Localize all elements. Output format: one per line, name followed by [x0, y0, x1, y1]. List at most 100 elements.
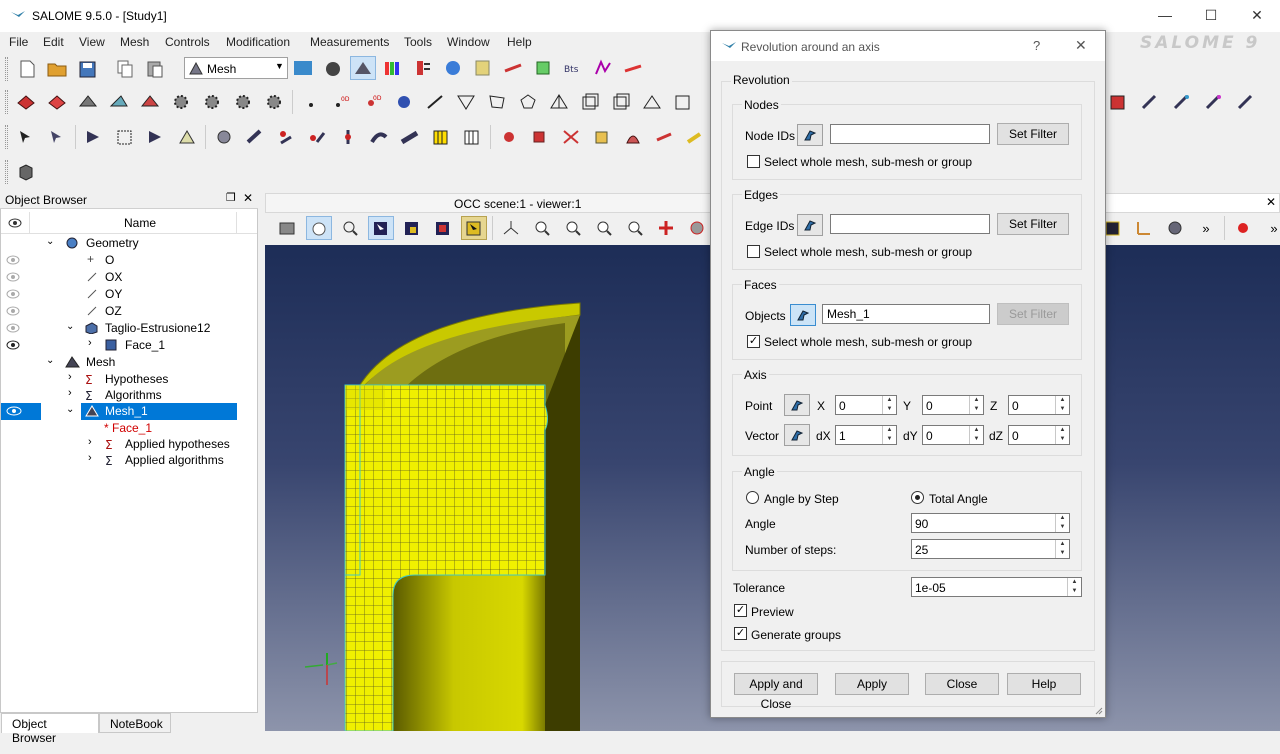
menu-controls[interactable]: Controls	[165, 35, 210, 49]
spin-arrows-icon[interactable]: ▲ ▼	[882, 426, 896, 444]
menu-mesh[interactable]: Mesh	[120, 35, 149, 49]
zoom-2-icon[interactable]	[622, 216, 648, 240]
number-of-steps-spinbox[interactable]: 25 ▲ ▼	[911, 539, 1070, 559]
grid-icon[interactable]	[428, 125, 454, 149]
spin-arrows-icon[interactable]: ▲ ▼	[969, 396, 983, 414]
tab-object-browser[interactable]: Object Browser	[1, 713, 99, 745]
select-mesh-icon[interactable]	[350, 56, 376, 80]
zooming-style-icon[interactable]	[337, 216, 363, 240]
spin-arrows-icon[interactable]: ▲ ▼	[1055, 514, 1069, 532]
gear-2-icon[interactable]	[199, 90, 225, 114]
new-document-icon[interactable]	[14, 57, 40, 81]
quadrangle-icon[interactable]	[484, 90, 510, 114]
more-tools-2-icon[interactable]: »	[1261, 216, 1280, 240]
minimize-button[interactable]: —	[1142, 0, 1188, 32]
chevron-down-icon[interactable]: ⌄	[66, 321, 74, 332]
name-column-header[interactable]: Name	[124, 216, 156, 230]
cube-grey-icon[interactable]	[13, 160, 39, 184]
objects-select-button[interactable]	[790, 304, 816, 326]
menu-view[interactable]: View	[79, 35, 105, 49]
edge-ids-select-button[interactable]	[797, 214, 823, 236]
menu-measurements[interactable]: Measurements	[310, 35, 389, 49]
cutting-quads-icon[interactable]	[558, 125, 584, 149]
global-pan-icon[interactable]	[684, 216, 710, 240]
color-map-icon[interactable]	[380, 56, 406, 80]
merge-nodes-icon[interactable]	[112, 125, 138, 149]
selection-icon[interactable]	[399, 216, 425, 240]
menu-help[interactable]: Help	[507, 35, 532, 49]
spin-arrows-icon[interactable]: ▲ ▼	[1067, 578, 1081, 596]
toolbar-grip[interactable]	[5, 160, 8, 184]
diagonal-inversion-icon[interactable]	[496, 125, 522, 149]
interaction-style-icon[interactable]	[306, 216, 332, 240]
faces-whole-mesh-checkbox[interactable]: ✓	[747, 335, 760, 348]
hexa-icon[interactable]	[577, 90, 603, 114]
vector-dx-spinbox[interactable]: 1 ▲ ▼	[835, 425, 897, 445]
save-icon[interactable]	[74, 57, 100, 81]
tolerance-spinbox[interactable]: 1e-05 ▲ ▼	[911, 577, 1082, 597]
copy-icon[interactable]	[112, 57, 138, 81]
gear-icon[interactable]	[168, 90, 194, 114]
smoothing-icon[interactable]	[174, 125, 200, 149]
prism-icon[interactable]	[639, 90, 665, 114]
union-triangles-icon[interactable]	[527, 125, 553, 149]
open-folder-icon[interactable]	[44, 57, 70, 81]
edges-set-filter-button[interactable]: Set Filter	[997, 213, 1069, 235]
nodes-set-filter-button[interactable]: Set Filter	[997, 123, 1069, 145]
tree-item-applied-hypotheses[interactable]: › Σ Applied hypotheses	[1, 436, 257, 453]
tree-item-geometry[interactable]: ⌄ Geometry	[1, 235, 257, 252]
triangle-icon[interactable]	[453, 90, 479, 114]
bts-icon[interactable]: Bts	[560, 56, 586, 80]
spin-arrows-icon[interactable]: ▲ ▼	[1055, 426, 1069, 444]
resize-grip-icon[interactable]	[1093, 705, 1103, 715]
tree-item-taglio-estrusione12[interactable]: ⌄ Taglio-Estrusione12	[1, 320, 257, 337]
tree-item-algorithms[interactable]: › Σ Algorithms	[1, 387, 257, 404]
angle-spinbox[interactable]: 90 ▲ ▼	[911, 513, 1070, 533]
pan-icon[interactable]	[653, 216, 679, 240]
close-window-button[interactable]: ✕	[1234, 0, 1280, 32]
node-add-icon[interactable]	[13, 90, 39, 114]
yellow-tool-icon[interactable]	[682, 125, 708, 149]
eye-visible-icon[interactable]	[6, 323, 20, 333]
sew-icon[interactable]	[366, 125, 392, 149]
eye-visible-icon[interactable]	[6, 340, 20, 350]
help-button[interactable]: Help	[1007, 673, 1081, 695]
spin-arrows-icon[interactable]: ▲ ▼	[1055, 540, 1069, 558]
apply-and-close-button[interactable]: Apply and Close	[734, 673, 818, 711]
select-node-icon[interactable]	[13, 125, 39, 149]
nodes-whole-mesh-checkbox[interactable]	[747, 155, 760, 168]
eye-visible-icon[interactable]	[6, 255, 20, 265]
script-icon[interactable]	[470, 56, 496, 80]
close-button[interactable]: Close	[925, 673, 999, 695]
module-select[interactable]: Mesh ▼	[184, 57, 288, 79]
chevron-right-icon[interactable]: ›	[68, 371, 72, 383]
apply-button[interactable]: Apply	[835, 673, 909, 695]
face-add-icon[interactable]	[106, 90, 132, 114]
dump-view-icon[interactable]	[275, 216, 301, 240]
node-ids-select-button[interactable]	[797, 124, 823, 146]
scale-icon[interactable]	[304, 125, 330, 149]
select-element-icon[interactable]	[44, 125, 70, 149]
measure-icon[interactable]	[500, 56, 526, 80]
create-mesh-icon[interactable]	[320, 56, 346, 80]
adaptation-icon[interactable]	[590, 56, 616, 80]
chevron-right-icon[interactable]: ›	[88, 436, 92, 448]
gear-4-icon[interactable]	[261, 90, 287, 114]
dialog-help-icon[interactable]: ?	[1033, 38, 1040, 53]
chevron-down-icon[interactable]: ⌄	[46, 236, 54, 247]
tree-item-face-1[interactable]: › Face_1	[1, 337, 257, 354]
color-settings-icon[interactable]	[1105, 90, 1131, 114]
pencil-line-icon[interactable]	[620, 56, 646, 80]
vector-select-button[interactable]	[784, 424, 810, 446]
point-z-spinbox[interactable]: 0 ▲ ▼	[1008, 395, 1070, 415]
objects-input[interactable]: Mesh_1	[822, 304, 990, 324]
eye-visible-icon[interactable]	[6, 272, 20, 282]
offset-icon[interactable]	[335, 125, 361, 149]
faces-set-filter-button[interactable]: Set Filter	[997, 303, 1069, 325]
fit-selection-icon[interactable]	[591, 216, 617, 240]
graduated-axes-icon[interactable]	[1162, 216, 1188, 240]
rotation-icon[interactable]	[242, 125, 268, 149]
edge-add-icon[interactable]	[75, 90, 101, 114]
tree-item-face-1-ref[interactable]: * Face_1	[1, 420, 257, 437]
chevron-right-icon[interactable]: ›	[88, 452, 92, 464]
